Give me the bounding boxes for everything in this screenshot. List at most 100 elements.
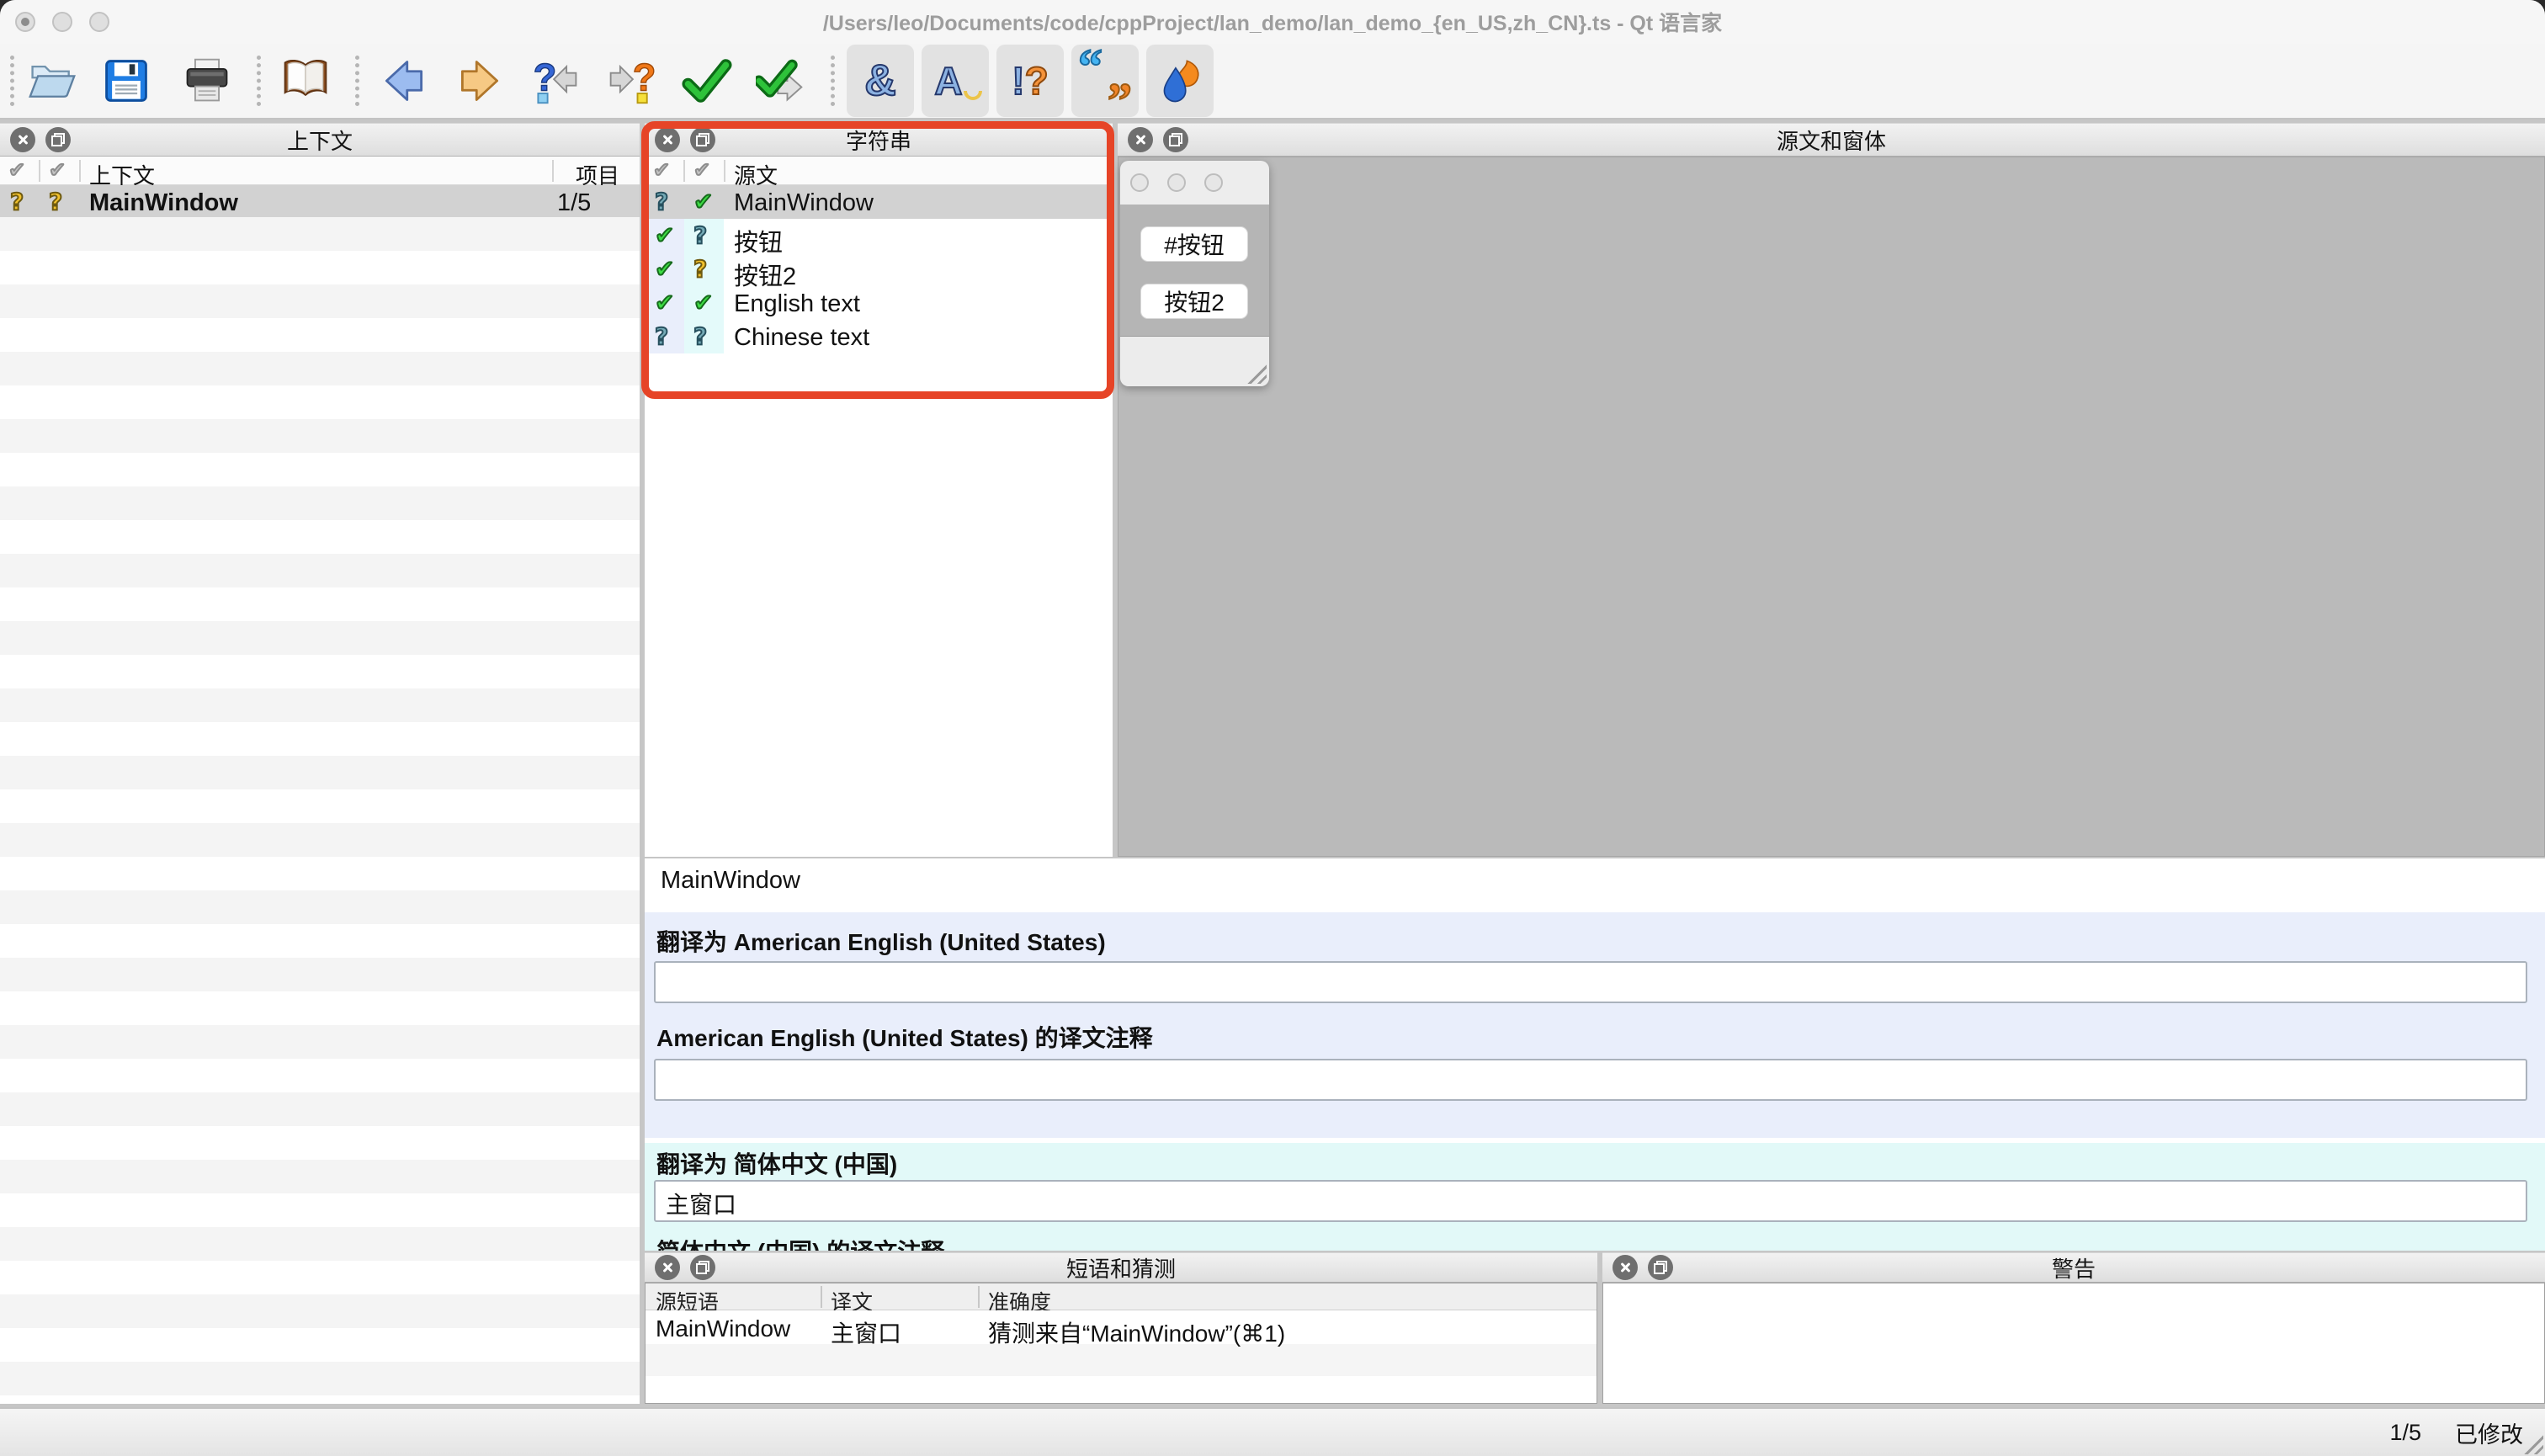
close-icon [16, 133, 29, 146]
column-divider [552, 160, 554, 182]
float-panel-button[interactable] [45, 127, 71, 152]
english-comment-label: American English (United States) 的译文注释 [656, 1020, 1153, 1054]
float-panel-button[interactable] [690, 127, 715, 152]
context-name: MainWindow [89, 189, 238, 217]
close-icon [1134, 133, 1147, 146]
context-row-mainwindow[interactable]: ? ? MainWindow 1/5 [0, 185, 640, 217]
context-items-count: 1/5 [557, 189, 591, 217]
status-icon: ✔ [693, 289, 713, 316]
next-button[interactable] [449, 45, 511, 117]
print-button[interactable] [176, 45, 238, 117]
string-row[interactable]: ✔ ? 按钮2 [645, 252, 1113, 286]
accelerators-toggle-button[interactable]: & [847, 45, 914, 117]
zoom-window-button[interactable] [89, 12, 109, 32]
phrase-guess-row[interactable]: MainWindow 主窗口 猜测来自“MainWindow”(⌘1) [646, 1310, 1597, 1344]
question-icon: ? [1025, 61, 1049, 100]
english-comment-input[interactable] [654, 1059, 2527, 1101]
toolbar-handle [10, 56, 14, 106]
status-bar: 1/5 已修改 [0, 1407, 2545, 1456]
warnings-list [1602, 1283, 2545, 1404]
column-divider [79, 160, 81, 182]
minimize-window-button[interactable] [52, 12, 72, 32]
context-panel-title: 上下文 [0, 125, 640, 156]
close-panel-button[interactable] [655, 127, 680, 152]
column-divider [978, 1286, 980, 1308]
guess-source: MainWindow [656, 1315, 790, 1342]
previous-button[interactable] [373, 45, 435, 117]
string-source-text: English text [734, 290, 860, 318]
open-file-button[interactable] [21, 45, 83, 117]
next-unfinished-button[interactable]: ? [600, 45, 662, 117]
string-row[interactable]: ✔ ? 按钮 [645, 219, 1113, 252]
check-icon: ✔ [49, 158, 66, 182]
back-arrow-icon [379, 56, 429, 106]
toolbar-separator [355, 56, 359, 106]
warnings-panel-header: 警告 [1602, 1252, 2545, 1283]
status-icon: ? [693, 221, 707, 249]
column-divider [39, 160, 40, 182]
letter-a-icon: A [934, 61, 962, 100]
float-icon [1654, 1261, 1667, 1274]
close-panel-button[interactable] [1613, 1255, 1638, 1280]
preview-titlebar [1120, 161, 1269, 205]
close-panel-button[interactable] [1128, 127, 1153, 152]
float-panel-button[interactable] [1163, 127, 1188, 152]
save-button[interactable] [95, 45, 157, 117]
preview-button-1[interactable]: #按钮 [1140, 226, 1248, 262]
phrases-table: 源短语 译文 准确度 MainWindow 主窗口 猜测来自“MainWindo… [645, 1283, 1597, 1404]
phrases-panel: 短语和猜测 源短语 译文 准确度 MainWindow 主窗口 猜测来自“Mai… [645, 1252, 1597, 1404]
next-unfinished-icon: ? [606, 56, 656, 106]
status-question-icon: ? [49, 188, 62, 215]
phrases-panel-title: 短语和猜测 [645, 1252, 1597, 1283]
context-tree-header[interactable]: ✔ ✔ 上下文 项目 [0, 157, 640, 185]
float-icon [1169, 133, 1182, 146]
exclamation-icon: ! [1012, 61, 1024, 100]
phrases-table-header[interactable]: 源短语 译文 准确度 [646, 1283, 1597, 1310]
status-icon: ✔ [655, 289, 674, 316]
quotes-toggle-button[interactable]: “ ” [1071, 45, 1139, 117]
phrase-book-button[interactable] [274, 45, 337, 117]
done-check-next-icon [756, 56, 806, 106]
strings-panel: 字符串 ✔ ✔ 源文 ? ✔ MainWindow ✔ ? 按钮 ✔ ? [645, 123, 1113, 857]
close-window-button[interactable] [15, 12, 35, 32]
status-icon: ✔ [693, 188, 713, 215]
printer-icon [182, 56, 232, 106]
window-title: /Users/leo/Documents/code/cppProject/lan… [0, 7, 2545, 37]
close-icon [1618, 1261, 1632, 1274]
phrase-matches-toggle-button[interactable]: ! ? [996, 45, 1064, 117]
sources-panel-title: 源文和窗体 [1118, 125, 2545, 156]
strings-tree-header[interactable]: ✔ ✔ 源文 [645, 157, 1113, 185]
string-row[interactable]: ? ? Chinese text [645, 320, 1113, 353]
column-divider [683, 160, 685, 182]
close-panel-button[interactable] [10, 127, 35, 152]
preview-close-icon [1130, 173, 1149, 192]
place-markers-toggle-button[interactable] [1146, 45, 1214, 117]
float-icon [696, 133, 709, 146]
open-folder-icon [27, 56, 77, 106]
english-translation-input[interactable] [654, 961, 2527, 1003]
previous-unfinished-button[interactable]: ? [524, 45, 587, 117]
close-quote-icon: ” [1108, 72, 1132, 129]
column-divider [724, 160, 725, 182]
string-source-text: MainWindow [734, 189, 874, 217]
string-row[interactable]: ✔ ✔ English text [645, 286, 1113, 320]
status-modified: 已修改 [2455, 1416, 2523, 1449]
ending-punctuation-toggle-button[interactable]: A [922, 45, 989, 117]
close-icon [661, 1261, 674, 1274]
preview-button-2[interactable]: 按钮2 [1140, 284, 1248, 319]
float-panel-button[interactable] [690, 1255, 715, 1280]
toolbar: ? ? & [0, 44, 2545, 120]
done-and-next-forward-button[interactable] [750, 45, 812, 117]
sources-panel-header: 源文和窗体 [1118, 123, 2545, 157]
float-panel-button[interactable] [1648, 1255, 1673, 1280]
save-floppy-icon [101, 56, 151, 106]
close-panel-button[interactable] [655, 1255, 680, 1280]
done-and-next-button[interactable] [676, 45, 738, 117]
forward-arrow-icon [454, 56, 505, 106]
status-question-icon: ? [10, 188, 24, 215]
chinese-translation-input[interactable]: 主窗口 [654, 1180, 2527, 1222]
string-row[interactable]: ? ✔ MainWindow [645, 185, 1113, 219]
chinese-comment-label: 简体中文 (中国) 的译文注释 [656, 1234, 944, 1251]
check-icon: ✔ [653, 158, 670, 182]
resize-grip-icon [2521, 1432, 2543, 1454]
